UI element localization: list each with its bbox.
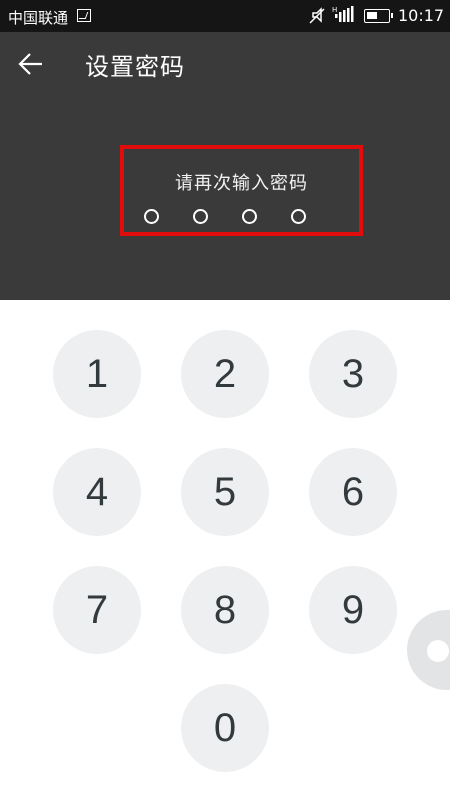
arrow-left-icon — [18, 53, 42, 75]
key-label: 7 — [85, 588, 109, 632]
key-2[interactable]: 2 — [181, 330, 269, 418]
battery-icon — [364, 9, 393, 23]
key-0[interactable]: 0 — [181, 684, 269, 772]
signal-icon: H — [332, 6, 354, 22]
status-bar: 中国联通 H 10:17 — [0, 0, 450, 32]
password-dot — [291, 209, 306, 224]
header: 设置密码 请再次输入密码 — [0, 32, 450, 300]
key-label: 5 — [213, 470, 237, 514]
mute-icon — [309, 7, 325, 24]
password-prompt-box: 请再次输入密码 — [120, 145, 363, 236]
key-label: 1 — [85, 352, 109, 396]
numeric-keypad: 1 2 3 4 5 6 7 8 9 0 — [0, 300, 450, 800]
key-7[interactable]: 7 — [53, 566, 141, 654]
key-4[interactable]: 4 — [53, 448, 141, 536]
carrier-label: 中国联通 — [8, 9, 69, 27]
floating-assist-button[interactable] — [407, 610, 450, 690]
key-6[interactable]: 6 — [309, 448, 397, 536]
key-5[interactable]: 5 — [181, 448, 269, 536]
key-label: 6 — [341, 470, 365, 514]
key-label: 8 — [213, 588, 237, 632]
clock: 10:17 — [398, 6, 445, 25]
password-dot — [242, 209, 257, 224]
key-label: 3 — [341, 352, 365, 396]
key-label: 9 — [341, 588, 365, 632]
page-title: 设置密码 — [85, 53, 185, 81]
key-1[interactable]: 1 — [53, 330, 141, 418]
key-label: 2 — [213, 352, 237, 396]
password-dots — [124, 209, 359, 239]
image-icon — [77, 9, 91, 22]
key-label: 0 — [213, 706, 237, 750]
back-button[interactable] — [10, 46, 54, 82]
password-dot — [193, 209, 208, 224]
key-8[interactable]: 8 — [181, 566, 269, 654]
password-dot — [144, 209, 159, 224]
key-3[interactable]: 3 — [309, 330, 397, 418]
svg-text:H: H — [332, 6, 337, 14]
key-9[interactable]: 9 — [309, 566, 397, 654]
prompt-text: 请再次输入密码 — [175, 173, 308, 194]
key-label: 4 — [85, 470, 109, 514]
